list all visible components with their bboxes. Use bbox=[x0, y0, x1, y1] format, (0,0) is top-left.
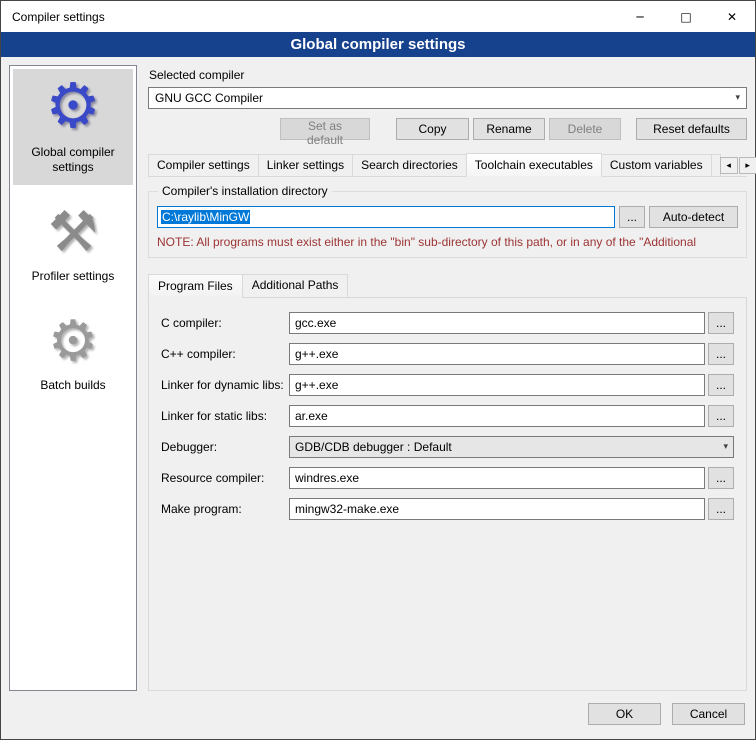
tab-program-files[interactable]: Program Files bbox=[148, 274, 243, 298]
tab-search-directories[interactable]: Search directories bbox=[352, 154, 467, 177]
resource-compiler-value: windres.exe bbox=[295, 471, 359, 485]
gear-icon: ⚙ bbox=[45, 75, 101, 137]
static-linker-input[interactable]: ar.exe bbox=[289, 405, 705, 427]
form-row-make-program: Make program: mingw32-make.exe ... bbox=[161, 498, 734, 520]
debugger-value: GDB/CDB debugger : Default bbox=[295, 440, 452, 454]
rename-button[interactable]: Rename bbox=[473, 118, 545, 140]
c-compiler-label: C compiler: bbox=[161, 316, 289, 330]
auto-detect-button[interactable]: Auto-detect bbox=[649, 206, 738, 228]
sidebar-item-label: Global compiler settings bbox=[15, 145, 131, 175]
selected-compiler-label: Selected compiler bbox=[149, 68, 747, 82]
programs-note-text: NOTE: All programs must exist either in … bbox=[157, 235, 738, 249]
compiler-buttons-row: Set as default Copy Rename Delete Reset … bbox=[148, 118, 747, 140]
close-icon: ✕ bbox=[727, 10, 737, 24]
c-compiler-browse-button[interactable]: ... bbox=[708, 312, 734, 334]
main-panel: Selected compiler GNU GCC Compiler ▾ Set… bbox=[148, 65, 747, 691]
dynamic-linker-value: g++.exe bbox=[295, 378, 338, 392]
minimize-button[interactable]: ─ bbox=[617, 1, 663, 32]
selected-compiler-dropdown[interactable]: GNU GCC Compiler ▾ bbox=[148, 87, 747, 109]
arrow-right-icon: ▸ bbox=[745, 161, 750, 171]
static-linker-browse-button[interactable]: ... bbox=[708, 405, 734, 427]
gear-icon: ⚙ bbox=[48, 314, 98, 370]
window-title: Compiler settings bbox=[1, 10, 105, 24]
resource-compiler-input[interactable]: windres.exe bbox=[289, 467, 705, 489]
dialog-header: Global compiler settings bbox=[1, 32, 755, 57]
installation-directory-title: Compiler's installation directory bbox=[158, 184, 332, 198]
titlebar: Compiler settings ─ □ ✕ bbox=[1, 1, 755, 32]
selected-compiler-value: GNU GCC Compiler bbox=[155, 91, 263, 105]
form-row-cpp-compiler: C++ compiler: g++.exe ... bbox=[161, 343, 734, 365]
debugger-label: Debugger: bbox=[161, 440, 289, 454]
tab-linker-settings[interactable]: Linker settings bbox=[258, 154, 353, 177]
resource-compiler-label: Resource compiler: bbox=[161, 471, 289, 485]
toolchain-subtab-area: Program Files Additional Paths C compile… bbox=[148, 274, 747, 691]
compiler-settings-dialog: Compiler settings ─ □ ✕ Global compiler … bbox=[0, 0, 756, 740]
page-title: Global compiler settings bbox=[290, 36, 465, 53]
dynamic-linker-input[interactable]: g++.exe bbox=[289, 374, 705, 396]
installation-directory-value: C:\raylib\MinGW bbox=[161, 210, 250, 224]
static-linker-value: ar.exe bbox=[295, 409, 328, 423]
form-row-resource-compiler: Resource compiler: windres.exe ... bbox=[161, 467, 734, 489]
tab-compiler-settings[interactable]: Compiler settings bbox=[148, 154, 259, 177]
chevron-down-icon: ▾ bbox=[735, 93, 740, 103]
cpp-compiler-label: C++ compiler: bbox=[161, 347, 289, 361]
make-program-value: mingw32-make.exe bbox=[295, 502, 399, 516]
arrow-left-icon: ◂ bbox=[726, 161, 731, 171]
tab-toolchain-executables[interactable]: Toolchain executables bbox=[466, 153, 602, 177]
form-row-static-linker: Linker for static libs: ar.exe ... bbox=[161, 405, 734, 427]
static-linker-label: Linker for static libs: bbox=[161, 409, 289, 423]
tab-scroll-buttons: ◂ ▸ bbox=[720, 157, 756, 174]
cpp-compiler-value: g++.exe bbox=[295, 347, 338, 361]
settings-category-list: ⚙ Global compiler settings ⚒ Profiler se… bbox=[9, 65, 137, 691]
debugger-dropdown[interactable]: GDB/CDB debugger : Default ▾ bbox=[289, 436, 734, 458]
tab-scroll-right-button[interactable]: ▸ bbox=[739, 157, 756, 174]
tab-additional-paths[interactable]: Additional Paths bbox=[242, 274, 349, 298]
make-program-browse-button[interactable]: ... bbox=[708, 498, 734, 520]
set-as-default-button[interactable]: Set as default bbox=[280, 118, 370, 140]
program-files-panel: C compiler: gcc.exe ... C++ compiler: g+… bbox=[148, 297, 747, 691]
maximize-button[interactable]: □ bbox=[663, 1, 709, 32]
sidebar-item-profiler-settings[interactable]: ⚒ Profiler settings bbox=[13, 199, 133, 294]
copy-button[interactable]: Copy bbox=[396, 118, 469, 140]
dynamic-linker-browse-button[interactable]: ... bbox=[708, 374, 734, 396]
cpp-compiler-input[interactable]: g++.exe bbox=[289, 343, 705, 365]
resource-compiler-browse-button[interactable]: ... bbox=[708, 467, 734, 489]
make-program-input[interactable]: mingw32-make.exe bbox=[289, 498, 705, 520]
reset-defaults-button[interactable]: Reset defaults bbox=[636, 118, 747, 140]
cpp-compiler-browse-button[interactable]: ... bbox=[708, 343, 734, 365]
cancel-button[interactable]: Cancel bbox=[672, 703, 745, 725]
dialog-footer: OK Cancel bbox=[1, 699, 755, 739]
browse-directory-button[interactable]: ... bbox=[619, 206, 645, 228]
delete-button[interactable]: Delete bbox=[549, 118, 621, 140]
chevron-down-icon: ▾ bbox=[723, 442, 728, 452]
toolchain-subtabs: Program Files Additional Paths bbox=[148, 274, 747, 297]
minimize-icon: ─ bbox=[636, 10, 643, 24]
make-program-label: Make program: bbox=[161, 502, 289, 516]
hammer-icon: ⚒ bbox=[48, 205, 98, 261]
installation-path-row: C:\raylib\MinGW ... Auto-detect bbox=[157, 206, 738, 228]
c-compiler-value: gcc.exe bbox=[295, 316, 336, 330]
settings-tabs: Compiler settings Linker settings Search… bbox=[148, 153, 747, 177]
sidebar-item-label: Profiler settings bbox=[32, 269, 115, 284]
sidebar-item-batch-builds[interactable]: ⚙ Batch builds bbox=[13, 308, 133, 403]
c-compiler-input[interactable]: gcc.exe bbox=[289, 312, 705, 334]
tab-custom-variables[interactable]: Custom variables bbox=[601, 154, 712, 177]
tab-scroll-left-button[interactable]: ◂ bbox=[720, 157, 738, 174]
window-controls: ─ □ ✕ bbox=[617, 1, 755, 32]
form-row-debugger: Debugger: GDB/CDB debugger : Default ▾ bbox=[161, 436, 734, 458]
ok-button[interactable]: OK bbox=[588, 703, 661, 725]
dialog-content: ⚙ Global compiler settings ⚒ Profiler se… bbox=[1, 57, 755, 699]
installation-directory-group: Compiler's installation directory C:\ray… bbox=[148, 191, 747, 258]
maximize-icon: □ bbox=[680, 10, 691, 24]
sidebar-item-label: Batch builds bbox=[40, 378, 105, 393]
dynamic-linker-label: Linker for dynamic libs: bbox=[161, 378, 289, 392]
close-button[interactable]: ✕ bbox=[709, 1, 755, 32]
form-row-dynamic-linker: Linker for dynamic libs: g++.exe ... bbox=[161, 374, 734, 396]
form-row-c-compiler: C compiler: gcc.exe ... bbox=[161, 312, 734, 334]
sidebar-item-global-compiler-settings[interactable]: ⚙ Global compiler settings bbox=[13, 69, 133, 185]
installation-directory-input[interactable]: C:\raylib\MinGW bbox=[157, 206, 615, 228]
